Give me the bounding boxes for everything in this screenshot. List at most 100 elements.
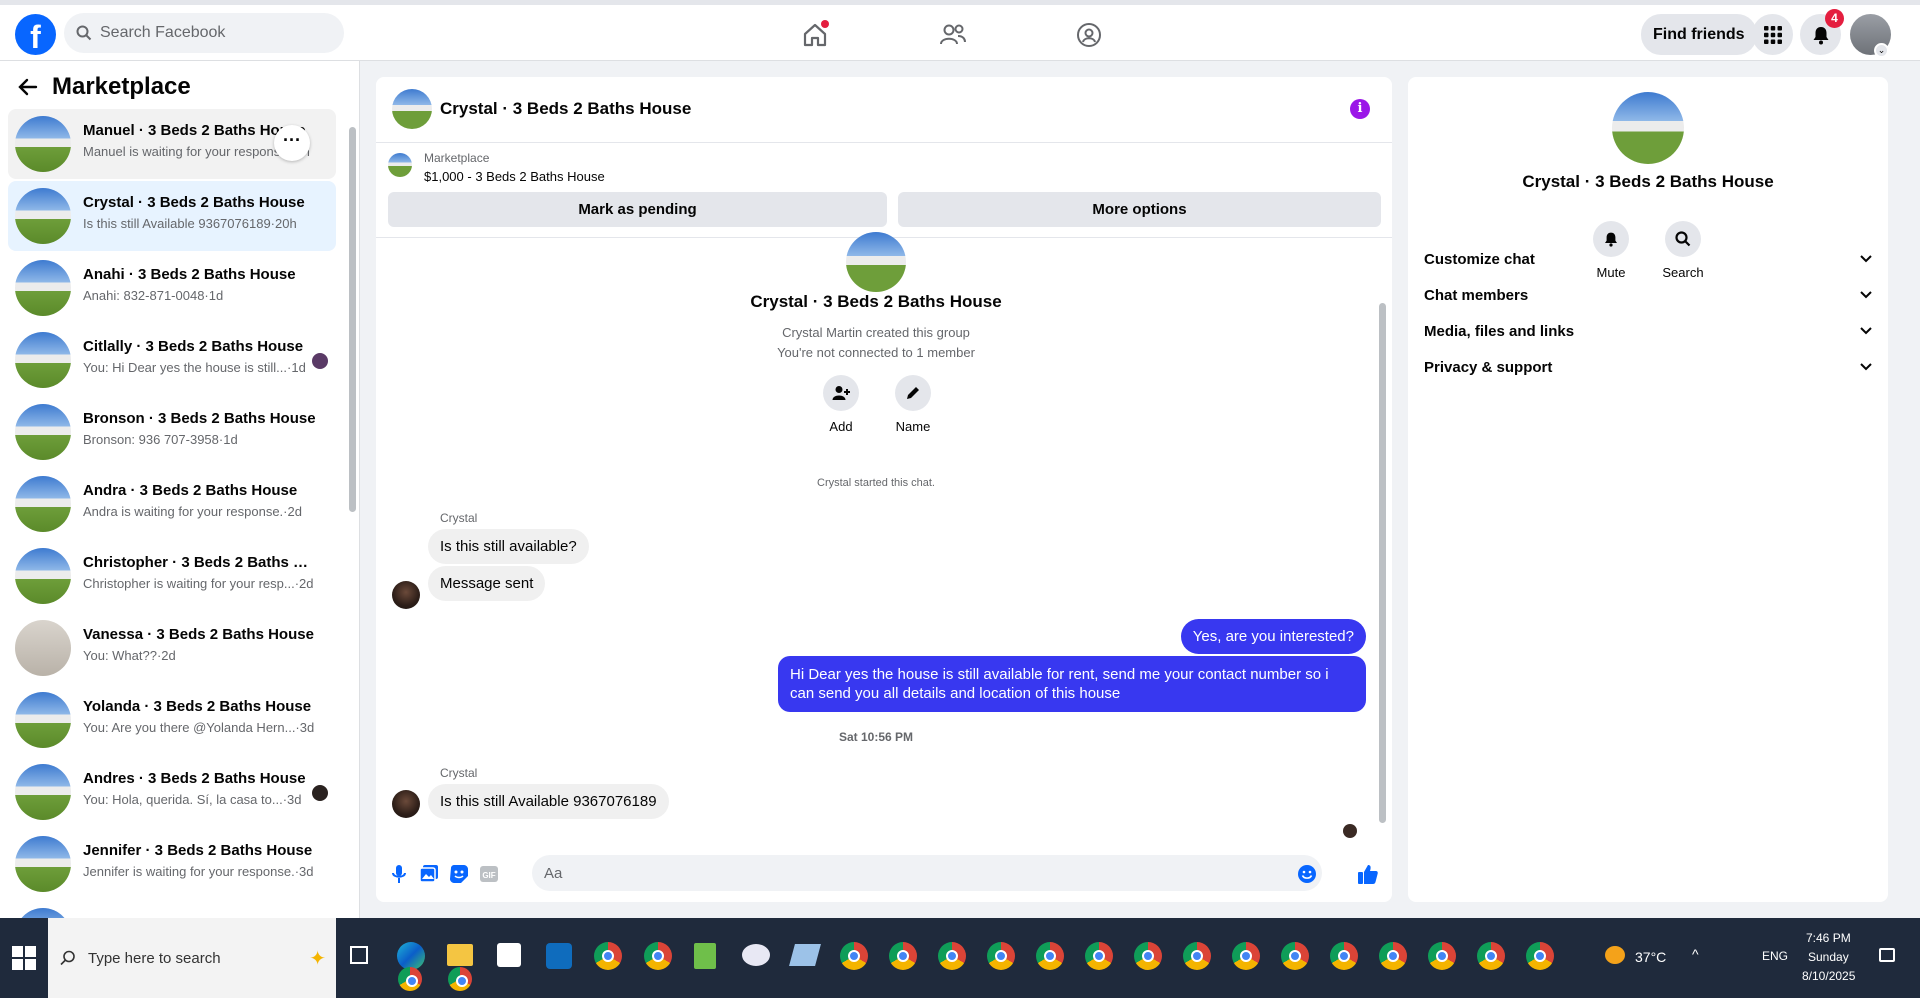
search-input[interactable] (100, 24, 320, 42)
more-options-button[interactable]: ··· (274, 125, 310, 161)
chat-members-section[interactable]: Chat members (1424, 277, 1872, 313)
chrome-icon[interactable] (938, 942, 966, 970)
windows-start-icon[interactable] (12, 946, 36, 970)
paint-icon[interactable] (742, 944, 770, 966)
menu-button[interactable] (1752, 14, 1793, 55)
store-icon[interactable] (497, 943, 521, 967)
chrome-icon[interactable] (398, 967, 422, 991)
chrome-icon[interactable] (1085, 942, 1113, 970)
chevron-down-icon[interactable]: ⌄ (1874, 43, 1889, 58)
conversation-item[interactable] (8, 901, 336, 918)
customize-chat-section[interactable]: Customize chat (1424, 241, 1872, 277)
conversation-title: Citlally · 3 Beds 2 Baths House (83, 338, 304, 355)
clock-time[interactable]: 7:46 PM (1806, 931, 1851, 945)
chevron-down-icon (1860, 255, 1872, 263)
conversation-item[interactable]: Andra · 3 Beds 2 Baths House Andra is wa… (8, 469, 336, 539)
conversation-item[interactable]: Citlally · 3 Beds 2 Baths House You: Hi … (8, 325, 336, 395)
chrome-icon[interactable] (1379, 942, 1407, 970)
media-files-links-section[interactable]: Media, files and links (1424, 313, 1872, 349)
sender-avatar[interactable] (392, 581, 420, 609)
task-view-icon[interactable] (350, 946, 368, 964)
more-options-button[interactable]: More options (898, 192, 1381, 227)
privacy-support-section[interactable]: Privacy & support (1424, 349, 1872, 385)
language-indicator[interactable]: ENG (1762, 949, 1788, 963)
taskbar-search-input[interactable] (88, 949, 268, 967)
message-input[interactable] (532, 855, 1322, 891)
incoming-message[interactable]: Is this still available? (428, 529, 589, 564)
chrome-icon[interactable] (1330, 942, 1358, 970)
microphone-icon[interactable] (388, 863, 410, 885)
chrome-icon[interactable] (1477, 942, 1505, 970)
conversation-item[interactable]: Anahi · 3 Beds 2 Baths House Anahi: 832-… (8, 253, 336, 323)
seen-avatar (312, 353, 328, 369)
chrome-icon[interactable] (1526, 942, 1554, 970)
chrome-icon[interactable] (1036, 942, 1064, 970)
chrome-icon[interactable] (1134, 942, 1162, 970)
chrome-icon[interactable] (987, 942, 1015, 970)
chrome-icon[interactable] (448, 967, 472, 991)
chevron-up-icon[interactable]: ^ (1692, 946, 1699, 962)
conversation-item[interactable]: Bronson · 3 Beds 2 Baths House Bronson: … (8, 397, 336, 467)
clock-day[interactable]: Sunday (1808, 950, 1849, 964)
clock-date[interactable]: 8/10/2025 (1802, 969, 1855, 983)
groups-nav-button[interactable] (1069, 15, 1109, 55)
group-avatar[interactable] (1612, 92, 1684, 164)
conversation-item[interactable]: Crystal · 3 Beds 2 Baths House Is this s… (8, 181, 336, 251)
incoming-message[interactable]: Message sent (428, 566, 546, 601)
emoji-icon[interactable] (1296, 863, 1318, 885)
back-arrow-icon[interactable] (18, 77, 38, 97)
chat-panel: Crystal · 3 Beds 2 Baths House i Marketp… (376, 77, 1392, 902)
mark-as-pending-button[interactable]: Mark as pending (388, 192, 887, 227)
photo-icon[interactable] (418, 863, 440, 885)
outlook-icon[interactable] (546, 943, 572, 969)
facebook-logo[interactable]: f (15, 14, 56, 55)
page-title: Marketplace (52, 73, 191, 100)
chat-avatar[interactable] (392, 89, 432, 129)
info-icon[interactable]: i (1350, 99, 1370, 119)
chat-scrollbar-thumb[interactable] (1379, 303, 1386, 823)
conversation-item[interactable]: Vanessa · 3 Beds 2 Baths House You: What… (8, 613, 336, 683)
chrome-icon[interactable] (644, 942, 672, 970)
incoming-message[interactable]: Is this still Available 9367076189 (428, 784, 669, 819)
search-facebook-box[interactable] (64, 13, 344, 53)
chrome-icon[interactable] (1232, 942, 1260, 970)
notes-icon[interactable] (694, 943, 716, 969)
thumbs-up-icon[interactable] (1357, 863, 1379, 885)
chrome-icon[interactable] (594, 942, 622, 970)
conversation-item[interactable]: Andres · 3 Beds 2 Baths House You: Hola,… (8, 757, 336, 827)
sender-avatar[interactable] (392, 790, 420, 818)
chrome-icon[interactable] (840, 942, 868, 970)
conversation-item[interactable]: Christopher · 3 Beds 2 Baths Ho... Chris… (8, 541, 336, 611)
outgoing-message[interactable]: Hi Dear yes the house is still available… (778, 656, 1366, 712)
conversation-item[interactable]: Manuel · 3 Beds 2 Baths House Manuel is … (8, 109, 336, 179)
gif-icon[interactable]: GIF (478, 863, 500, 885)
listing-thumbnail (15, 332, 71, 388)
conversation-title: Andres · 3 Beds 2 Baths House (83, 770, 306, 787)
find-friends-button[interactable]: Find friends (1641, 14, 1757, 55)
add-member-button[interactable]: Add (811, 375, 871, 434)
chrome-icon[interactable] (1428, 942, 1456, 970)
edit-name-button[interactable]: Name (883, 375, 943, 434)
sticker-icon[interactable] (448, 863, 470, 885)
friends-nav-button[interactable] (933, 15, 973, 55)
chat-title[interactable]: Crystal · 3 Beds 2 Baths House (440, 99, 691, 119)
conversation-item[interactable]: Yolanda · 3 Beds 2 Baths House You: Are … (8, 685, 336, 755)
chrome-icon[interactable] (1281, 942, 1309, 970)
chrome-icon[interactable] (889, 942, 917, 970)
listing-thumbnail (15, 260, 71, 316)
outgoing-message[interactable]: Yes, are you interested? (1180, 619, 1366, 654)
file-explorer-icon[interactable] (447, 944, 473, 966)
app-icon[interactable] (789, 944, 821, 966)
edge-icon[interactable] (397, 942, 425, 970)
conversation-title: Crystal · 3 Beds 2 Baths House (83, 194, 305, 211)
notification-center-icon[interactable] (1879, 948, 1895, 962)
conversation-preview: You: What??·2d (83, 648, 176, 663)
sidebar-scrollbar-thumb[interactable] (349, 127, 356, 512)
conversation-item[interactable]: Jennifer · 3 Beds 2 Baths House Jennifer… (8, 829, 336, 899)
page-scrollbar[interactable] (1907, 61, 1920, 918)
chrome-icon[interactable] (1183, 942, 1211, 970)
chevron-down-icon (1860, 327, 1872, 335)
taskbar-search-box[interactable]: ✦ (48, 918, 336, 998)
home-nav-button[interactable] (795, 15, 835, 55)
chat-details-panel: Crystal · 3 Beds 2 Baths House Mute Sear… (1408, 77, 1888, 902)
